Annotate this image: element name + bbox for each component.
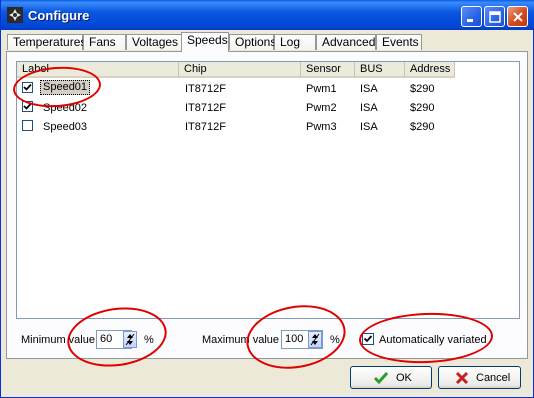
row-chip: IT8712F bbox=[185, 102, 226, 114]
maximum-value-spinner[interactable] bbox=[308, 331, 322, 348]
tab-log[interactable]: Log bbox=[274, 34, 316, 50]
tab-events[interactable]: Events bbox=[376, 34, 422, 50]
column-header-chip[interactable]: Chip bbox=[179, 62, 301, 78]
row-address: $290 bbox=[410, 83, 435, 95]
maximize-icon bbox=[489, 11, 501, 23]
tab-temperatures[interactable]: Temperatures bbox=[7, 34, 87, 50]
checkmark-icon bbox=[23, 83, 32, 91]
minimum-value-spinner[interactable] bbox=[123, 331, 137, 348]
tab-label: Advanced bbox=[322, 35, 376, 49]
row-label: Speed01 bbox=[43, 81, 88, 93]
cancel-button[interactable]: Cancel bbox=[438, 366, 521, 389]
minimum-value-text: 60 bbox=[100, 333, 113, 345]
row-checkbox[interactable] bbox=[22, 120, 33, 131]
checkmark-icon bbox=[23, 102, 32, 110]
maximum-value-label: Maximum value bbox=[202, 334, 280, 346]
maximum-value-text: 100 bbox=[285, 333, 304, 345]
column-header-sensor[interactable]: Sensor bbox=[301, 62, 355, 78]
tab-advanced[interactable]: Advanced bbox=[316, 34, 376, 50]
tab-label: Events bbox=[382, 35, 419, 49]
row-sensor: Pwm3 bbox=[306, 121, 337, 133]
tab-fans[interactable]: Fans bbox=[83, 34, 126, 50]
minimum-unit: % bbox=[144, 334, 154, 346]
row-chip: IT8712F bbox=[185, 83, 226, 95]
configure-window: Configure Temperatures Fans Voltages Spe… bbox=[0, 0, 534, 398]
spin-arrows-icon bbox=[310, 333, 320, 346]
table-row[interactable]: Speed03 IT8712F Pwm3 ISA $290 bbox=[17, 118, 519, 136]
title-bar[interactable]: Configure bbox=[1, 0, 534, 30]
row-sensor: Pwm1 bbox=[306, 83, 337, 95]
column-header-bus[interactable]: BUS bbox=[355, 62, 405, 78]
column-header-address[interactable]: Address bbox=[405, 62, 455, 78]
close-button[interactable] bbox=[507, 6, 528, 27]
auto-variated-label[interactable]: Automatically variated bbox=[379, 334, 487, 346]
ok-button[interactable]: OK bbox=[350, 366, 432, 389]
speeds-panel: Label Chip Sensor BUS Address Speed01 IT… bbox=[6, 51, 528, 359]
checkmark-icon bbox=[373, 372, 389, 385]
row-label: Speed02 bbox=[43, 102, 88, 114]
tab-label: Fans bbox=[89, 35, 116, 49]
minimum-value-label: Minimum value bbox=[21, 334, 95, 346]
row-address: $290 bbox=[410, 102, 435, 114]
maximum-unit: % bbox=[330, 334, 340, 346]
minimize-icon bbox=[467, 19, 473, 22]
row-checkbox[interactable] bbox=[22, 82, 33, 93]
tab-label: Speeds bbox=[187, 33, 228, 47]
row-bus: ISA bbox=[360, 121, 378, 133]
speed-list[interactable]: Label Chip Sensor BUS Address Speed01 IT… bbox=[16, 61, 520, 319]
cancel-label: Cancel bbox=[476, 372, 511, 384]
tab-label: Options bbox=[235, 35, 277, 49]
tab-voltages[interactable]: Voltages bbox=[126, 34, 182, 50]
maximize-button[interactable] bbox=[484, 6, 505, 27]
spin-arrows-icon bbox=[125, 333, 135, 346]
minimize-button[interactable] bbox=[461, 6, 482, 27]
row-label: Speed03 bbox=[43, 121, 88, 133]
cancel-x-icon bbox=[455, 371, 469, 385]
row-bus: ISA bbox=[360, 102, 378, 114]
row-checkbox[interactable] bbox=[22, 101, 33, 112]
ok-label: OK bbox=[396, 372, 412, 384]
tab-label: Temperatures bbox=[13, 35, 87, 49]
tab-speeds[interactable]: Speeds bbox=[181, 32, 229, 52]
row-bus: ISA bbox=[360, 83, 378, 95]
tab-label: Log bbox=[280, 35, 301, 49]
checkmark-icon bbox=[363, 335, 373, 343]
row-sensor: Pwm2 bbox=[306, 102, 337, 114]
close-icon bbox=[513, 12, 523, 22]
row-address: $290 bbox=[410, 121, 435, 133]
tab-options[interactable]: Options bbox=[229, 34, 277, 50]
column-header-label[interactable]: Label bbox=[17, 62, 179, 78]
auto-variated-checkbox[interactable] bbox=[362, 333, 374, 345]
list-header: Label Chip Sensor BUS Address bbox=[17, 62, 519, 78]
row-chip: IT8712F bbox=[185, 121, 226, 133]
tab-label: Voltages bbox=[132, 35, 179, 49]
table-row[interactable]: Speed01 IT8712F Pwm1 ISA $290 bbox=[17, 80, 519, 98]
table-row[interactable]: Speed02 IT8712F Pwm2 ISA $290 bbox=[17, 99, 519, 117]
window-title: Configure bbox=[28, 8, 90, 23]
selected-label-box: Speed01 bbox=[40, 80, 91, 95]
app-icon bbox=[7, 7, 23, 23]
